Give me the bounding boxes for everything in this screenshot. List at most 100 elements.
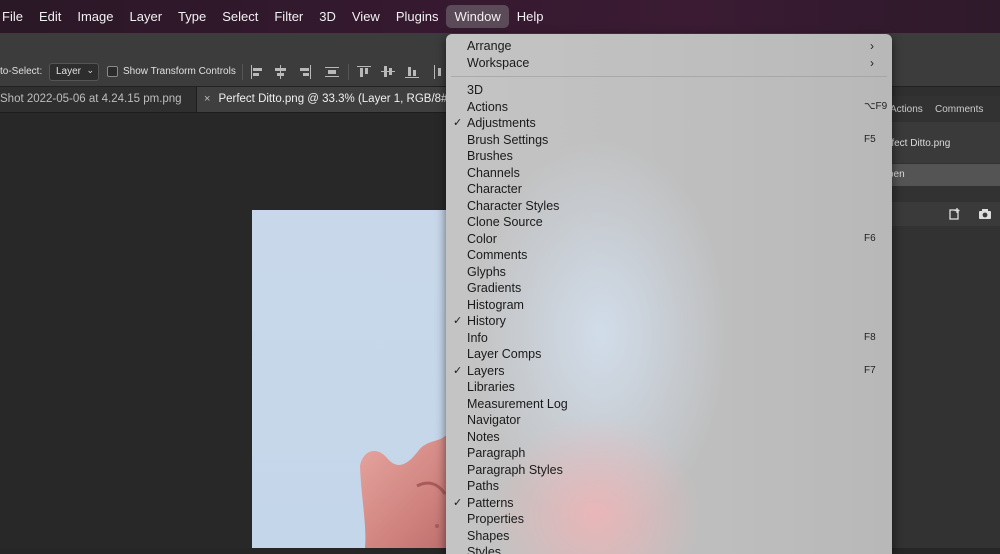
- menu-item-layers[interactable]: ✓ Layers F7: [446, 363, 892, 380]
- menu-file[interactable]: File: [0, 5, 31, 28]
- menu-window[interactable]: Window: [446, 5, 509, 28]
- menu-item-adjustments[interactable]: ✓ Adjustments: [446, 115, 892, 132]
- menu-item-properties[interactable]: Properties: [446, 511, 892, 528]
- menu-item-character-styles[interactable]: Character Styles: [446, 198, 892, 215]
- divider: [242, 64, 243, 80]
- menu-item-label: Measurement Log: [467, 396, 568, 411]
- menu-item-label: Paths: [467, 479, 499, 493]
- snapshot-name: rfect Ditto.png: [888, 138, 951, 149]
- menu-filter[interactable]: Filter: [266, 5, 311, 28]
- align-bottom-icon[interactable]: [405, 65, 419, 79]
- auto-select-dropdown[interactable]: Layer ⌄: [49, 63, 99, 81]
- align-middle-icon[interactable]: [381, 65, 395, 79]
- history-state-row[interactable]: pen: [880, 164, 1000, 186]
- menu-image[interactable]: Image: [69, 5, 121, 28]
- menu-item-navigator[interactable]: Navigator: [446, 412, 892, 429]
- shortcut-label: F8: [864, 331, 876, 343]
- history-panel: Actions Comments rfect Ditto.png pen: [880, 96, 1000, 548]
- menu-item-label: Workspace: [467, 55, 530, 70]
- tab-comments[interactable]: Comments: [935, 104, 983, 115]
- auto-select-label: to-Select:: [0, 66, 43, 77]
- menu-item-label: Actions: [467, 99, 508, 114]
- menu-item-label: Info: [467, 330, 488, 345]
- menu-item-label: Paragraph Styles: [467, 462, 563, 477]
- menu-item-channels[interactable]: Channels: [446, 165, 892, 182]
- menu-item-layer-comps[interactable]: Layer Comps: [446, 346, 892, 363]
- menu-item-clone-source[interactable]: Clone Source: [446, 214, 892, 231]
- menu-item-label: Notes: [467, 429, 500, 444]
- menu-item-histogram[interactable]: Histogram: [446, 297, 892, 314]
- close-icon[interactable]: ×: [204, 87, 210, 112]
- menu-item-label: Character: [467, 182, 522, 196]
- menu-help[interactable]: Help: [509, 5, 552, 28]
- window-menu-dropdown: Arrange › Workspace › 3D Actions ⌥F9 ✓ Adjustmen…: [446, 34, 892, 554]
- menu-item-comments[interactable]: Comments: [446, 247, 892, 264]
- menu-item-info[interactable]: Info F8: [446, 330, 892, 347]
- chevron-down-icon: ⌄: [86, 65, 94, 75]
- menu-3d[interactable]: 3D: [311, 5, 344, 28]
- align-center-icon[interactable]: [274, 65, 288, 79]
- menu-item-paragraph-styles[interactable]: Paragraph Styles: [446, 462, 892, 479]
- distribute-horizontal-icon[interactable]: [432, 65, 446, 79]
- menu-item-label: Glyphs: [467, 264, 506, 279]
- menu-item-workspace[interactable]: Workspace ›: [446, 55, 892, 72]
- chevron-right-icon: ›: [870, 55, 874, 70]
- new-document-icon[interactable]: [948, 207, 962, 221]
- tab-screenshot[interactable]: Shot 2022-05-06 at 4.24.15 pm.png: [0, 87, 197, 112]
- menu-item-color[interactable]: Color F6: [446, 231, 892, 248]
- menu-item-libraries[interactable]: Libraries: [446, 379, 892, 396]
- menu-item-measurement-log[interactable]: Measurement Log: [446, 396, 892, 413]
- menu-view[interactable]: View: [344, 5, 388, 28]
- distribute-icon[interactable]: [325, 65, 339, 79]
- menu-item-label: Libraries: [467, 380, 515, 394]
- menu-edit[interactable]: Edit: [31, 5, 69, 28]
- checkmark-icon: ✓: [453, 117, 463, 129]
- checkmark-icon: ✓: [453, 364, 463, 377]
- panel-footer: [880, 202, 1000, 226]
- menu-item-brushes[interactable]: Brushes: [446, 148, 892, 165]
- menu-plugins[interactable]: Plugins: [388, 5, 447, 28]
- align-top-icon[interactable]: [357, 65, 371, 79]
- divider: [348, 64, 349, 80]
- shortcut-label: F7: [864, 364, 876, 376]
- menu-item-shapes[interactable]: Shapes: [446, 528, 892, 545]
- menu-item-paragraph[interactable]: Paragraph: [446, 445, 892, 462]
- tab-actions[interactable]: Actions: [890, 104, 923, 115]
- checkmark-icon: ✓: [453, 315, 463, 327]
- tab-title: Perfect Ditto.png @ 33.3% (Layer 1, RGB/…: [218, 93, 452, 105]
- menu-item-label: Patterns: [467, 495, 514, 510]
- menu-item-label: Adjustments: [467, 116, 536, 130]
- menu-item-label: Layers: [467, 363, 505, 378]
- menu-item-styles[interactable]: Styles: [446, 544, 892, 554]
- menu-item-glyphs[interactable]: Glyphs: [446, 264, 892, 281]
- menu-item-history[interactable]: ✓ History: [446, 313, 892, 330]
- menu-item-patterns[interactable]: ✓ Patterns: [446, 495, 892, 512]
- history-snapshot-row[interactable]: rfect Ditto.png: [880, 122, 1000, 163]
- menu-bar: File Edit Image Layer Type Select Filter 3D View…: [0, 0, 1000, 33]
- tab-perfect-ditto[interactable]: × Perfect Ditto.png @ 33.3% (Layer 1, RGB…: [197, 87, 457, 112]
- menu-item-arrange[interactable]: Arrange ›: [446, 38, 892, 55]
- align-right-icon[interactable]: [298, 65, 312, 79]
- menu-type[interactable]: Type: [170, 5, 214, 28]
- menu-item-character[interactable]: Character: [446, 181, 892, 198]
- menu-item-label: 3D: [467, 83, 483, 97]
- menu-item-label: Paragraph: [467, 446, 526, 460]
- align-left-icon[interactable]: [250, 65, 264, 79]
- menu-item-label: Styles: [467, 545, 502, 554]
- show-transform-checkbox[interactable]: [107, 66, 118, 77]
- menu-item-gradients[interactable]: Gradients: [446, 280, 892, 297]
- menu-item-brush-settings[interactable]: Brush Settings F5: [446, 132, 892, 149]
- menu-item-label: History: [467, 314, 506, 328]
- menu-item-label: Brushes: [467, 149, 513, 163]
- menu-layer[interactable]: Layer: [122, 5, 171, 28]
- menu-item-label: Character Styles: [467, 198, 560, 213]
- shortcut-label: F6: [864, 232, 876, 244]
- menu-item-label: Brush Settings: [467, 132, 549, 147]
- menu-item-paths[interactable]: Paths: [446, 478, 892, 495]
- menu-item-actions[interactable]: Actions ⌥F9: [446, 99, 892, 116]
- menu-select[interactable]: Select: [214, 5, 266, 28]
- menu-separator: [451, 76, 887, 77]
- menu-item-notes[interactable]: Notes: [446, 429, 892, 446]
- camera-icon[interactable]: [978, 207, 992, 221]
- menu-item-3d[interactable]: 3D: [446, 82, 892, 99]
